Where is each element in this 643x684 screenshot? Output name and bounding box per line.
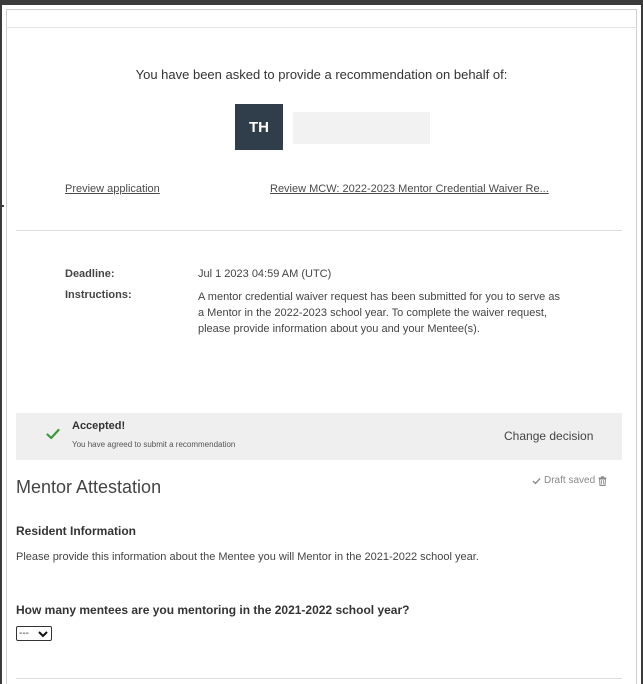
panel-header-divider	[6, 27, 637, 28]
check-icon	[46, 428, 60, 440]
instructions-label: Instructions:	[65, 289, 132, 301]
section-description: Please provide this information about th…	[16, 551, 479, 563]
deadline-label: Deadline:	[65, 268, 115, 280]
recommendation-panel	[6, 9, 637, 684]
mentee-count-select[interactable]: ---	[16, 626, 52, 641]
section-heading: Resident Information	[16, 524, 137, 538]
avatar-initials: TH	[249, 118, 269, 136]
recommendation-prompt: You have been asked to provide a recomme…	[135, 67, 508, 82]
status-subtitle: You have agreed to submit a recommendati…	[72, 440, 236, 449]
review-application-link[interactable]: Review MCW: 2022-2023 Mentor Credential …	[270, 183, 570, 195]
window-frame-left	[0, 0, 2, 684]
checkmark-icon	[532, 477, 541, 485]
chevron-down-icon	[38, 631, 48, 638]
instructions-text: A mentor credential waiver request has b…	[198, 291, 560, 335]
bottom-divider	[16, 678, 622, 679]
window-frame-top	[0, 0, 643, 5]
section-divider	[16, 230, 622, 231]
mentee-count-question: How many mentees are you mentoring in th…	[16, 603, 410, 617]
deadline-value: Jul 1 2023 04:59 AM (UTC)	[198, 268, 332, 280]
draft-status-label: Draft saved	[544, 475, 596, 486]
avatar: TH	[235, 104, 283, 150]
frame-tick	[0, 205, 4, 207]
select-value: ---	[19, 628, 29, 639]
preview-application-link[interactable]: Preview application	[65, 183, 160, 195]
form-title: Mentor Attestation	[16, 477, 162, 497]
change-decision-button[interactable]: Change decision	[504, 429, 593, 443]
status-title: Accepted!	[72, 420, 126, 432]
applicant-name-redacted	[293, 112, 430, 144]
trash-icon[interactable]	[598, 475, 607, 486]
draft-status: Draft saved	[532, 475, 607, 486]
